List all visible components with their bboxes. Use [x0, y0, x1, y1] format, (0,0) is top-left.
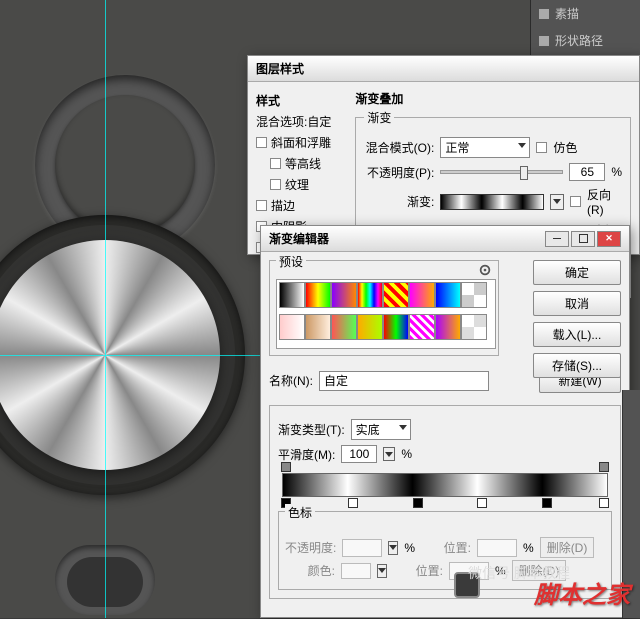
- preset-swatch[interactable]: [383, 314, 409, 340]
- presets-label: 预设: [276, 253, 306, 270]
- gradient-label: 渐变:: [364, 193, 434, 210]
- color-stop[interactable]: [413, 498, 423, 508]
- stop-opacity-label: 不透明度:: [285, 539, 336, 556]
- blend-mode-select[interactable]: 正常: [440, 137, 530, 158]
- fieldset-label: 渐变: [364, 109, 394, 126]
- maximize-button[interactable]: [571, 231, 595, 247]
- preset-swatch[interactable]: [279, 314, 305, 340]
- close-button[interactable]: [597, 231, 621, 247]
- stop-position-input[interactable]: [477, 539, 517, 557]
- smoothness-label: 平滑度(M):: [278, 446, 335, 463]
- preset-swatch[interactable]: [383, 282, 409, 308]
- gradient-editor-dialog: 渐变编辑器 预设 确定 取消 载入(L)... 存储(S)... 名称(N): …: [260, 225, 630, 618]
- styles-header[interactable]: 样式: [256, 90, 347, 111]
- gear-icon[interactable]: [478, 263, 492, 277]
- section-title: 渐变叠加: [355, 90, 631, 107]
- gradient-dropdown[interactable]: [550, 194, 564, 210]
- pct: %: [523, 541, 534, 555]
- stop-position-label: 位置:: [421, 539, 471, 556]
- opacity-label: 不透明度(P):: [364, 164, 434, 181]
- color-stop[interactable]: [599, 498, 609, 508]
- gradient-type-select[interactable]: 实底: [351, 419, 411, 440]
- load-button[interactable]: 载入(L)...: [533, 322, 621, 347]
- delete-stop-button[interactable]: 删除(D): [540, 537, 595, 558]
- checkbox[interactable]: [270, 158, 281, 169]
- smoothness-dropdown[interactable]: [383, 447, 395, 461]
- watermark: 脚本之家: [534, 575, 630, 610]
- pct-label: %: [401, 447, 412, 461]
- name-label: 名称(N):: [269, 372, 313, 389]
- reverse-checkbox[interactable]: [570, 196, 581, 207]
- contour-row[interactable]: 等高线: [256, 153, 347, 174]
- preset-swatch[interactable]: [357, 282, 383, 308]
- preset-swatch[interactable]: [461, 314, 487, 340]
- path-icon: [539, 36, 549, 46]
- cancel-button[interactable]: 取消: [533, 291, 621, 316]
- presets-group: 预设: [269, 260, 499, 356]
- blend-mode-label: 混合模式(O):: [364, 139, 434, 156]
- stop-color-label: 颜色:: [285, 562, 335, 579]
- preset-swatch[interactable]: [279, 282, 305, 308]
- name-input[interactable]: [319, 371, 489, 391]
- color-stop[interactable]: [477, 498, 487, 508]
- checkbox[interactable]: [256, 200, 267, 211]
- preset-swatch[interactable]: [409, 282, 435, 308]
- pct: %: [404, 541, 415, 555]
- dialog-title: 图层样式: [256, 60, 304, 77]
- stop-color-swatch[interactable]: [341, 563, 371, 579]
- smoothness-value[interactable]: 100: [341, 445, 377, 463]
- guide-horizontal[interactable]: [0, 355, 260, 356]
- preset-swatch[interactable]: [357, 314, 383, 340]
- checkbox[interactable]: [270, 179, 281, 190]
- layer-icon: [539, 9, 549, 19]
- preset-swatch[interactable]: [305, 282, 331, 308]
- dialog-titlebar[interactable]: 图层样式: [248, 56, 639, 82]
- right-panel: 素描 形状路径: [530, 0, 640, 55]
- dither-checkbox[interactable]: [536, 142, 547, 153]
- preset-swatch[interactable]: [331, 282, 357, 308]
- panel-row[interactable]: 素描: [531, 0, 640, 27]
- color-stop[interactable]: [348, 498, 358, 508]
- dropdown-icon[interactable]: [377, 564, 387, 578]
- panel-label: 素描: [555, 5, 579, 22]
- preset-swatch[interactable]: [461, 282, 487, 308]
- minimize-button[interactable]: [545, 231, 569, 247]
- canvas: [0, 0, 260, 618]
- gradient-type-label: 渐变类型(T):: [278, 421, 345, 438]
- preset-swatch[interactable]: [331, 314, 357, 340]
- panel-row[interactable]: 形状路径: [531, 27, 640, 54]
- gradient-bar[interactable]: [282, 473, 608, 497]
- dither-label: 仿色: [553, 139, 577, 156]
- save-button[interactable]: 存储(S)...: [533, 353, 621, 378]
- stop-opacity-input[interactable]: [342, 539, 382, 557]
- reverse-label: 反向(R): [587, 186, 622, 217]
- stops-label: 色标: [285, 504, 315, 521]
- preset-swatch[interactable]: [435, 282, 461, 308]
- preset-grid: [276, 279, 496, 349]
- opacity-value[interactable]: 65: [569, 163, 605, 181]
- stop-position-label: 位置:: [393, 562, 443, 579]
- opacity-stop[interactable]: [599, 462, 609, 472]
- preset-swatch[interactable]: [409, 314, 435, 340]
- dialog-title: 渐变编辑器: [269, 230, 329, 247]
- opacity-stop[interactable]: [281, 462, 291, 472]
- dropdown-icon[interactable]: [388, 541, 398, 555]
- preset-swatch[interactable]: [305, 314, 331, 340]
- preset-swatch[interactable]: [435, 314, 461, 340]
- opacity-slider[interactable]: [440, 170, 563, 174]
- dialog-titlebar[interactable]: 渐变编辑器: [261, 226, 629, 252]
- pct-label: %: [611, 165, 622, 179]
- blend-options-row[interactable]: 混合选项:自定: [256, 111, 347, 132]
- color-stop[interactable]: [542, 498, 552, 508]
- guide-vertical[interactable]: [105, 0, 106, 618]
- gradient-swatch[interactable]: [440, 194, 544, 210]
- checkbox[interactable]: [256, 137, 267, 148]
- texture-row[interactable]: 纹理: [256, 174, 347, 195]
- stroke-row[interactable]: 描边: [256, 195, 347, 216]
- panel-label: 形状路径: [555, 32, 603, 49]
- ok-button[interactable]: 确定: [533, 260, 621, 285]
- bevel-row[interactable]: 斜面和浮雕: [256, 132, 347, 153]
